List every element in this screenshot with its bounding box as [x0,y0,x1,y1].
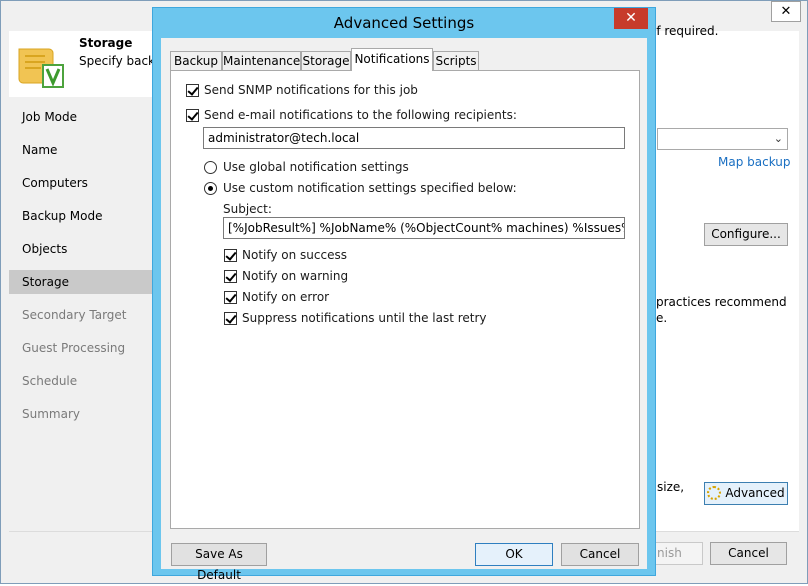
snmp-label: Send SNMP notifications for this job [204,83,418,97]
notify-warning-checkbox[interactable] [224,270,237,283]
suppress-notifications-label: Suppress notifications until the last re… [242,311,487,325]
advanced-settings-dialog: Advanced Settings ✕ Backup Maintenance S… [152,7,656,582]
wizard-close-button[interactable]: ✕ [771,1,801,22]
dialog-cancel-button[interactable]: Cancel [561,543,639,566]
wizard-step-title: Storage [79,36,133,50]
tab-backup[interactable]: Backup [170,51,222,70]
global-settings-label: Use global notification settings [223,160,409,174]
nav-item-schedule[interactable]: Schedule [9,369,154,393]
notify-error-checkbox[interactable] [224,291,237,304]
nav-item-summary[interactable]: Summary [9,402,154,426]
ok-button[interactable]: OK [475,543,553,566]
nav-item-job-mode[interactable]: Job Mode [9,105,154,129]
chevron-down-icon: ⌄ [773,132,783,145]
notify-warning-label: Notify on warning [242,269,349,283]
configure-button[interactable]: Configure... [704,223,788,246]
save-as-default-button[interactable]: Save As Default [171,543,267,582]
nav-item-guest-processing[interactable]: Guest Processing [9,336,154,360]
subject-field[interactable]: [%JobResult%] %JobName% (%ObjectCount% m… [223,217,625,239]
nav-item-storage[interactable]: Storage [9,270,154,294]
suppress-notifications-checkbox[interactable] [224,312,237,325]
map-backup-link[interactable]: Map backup [718,155,791,169]
tab-storage[interactable]: Storage [301,51,351,70]
email-notifications-checkbox[interactable] [186,109,199,122]
dialog-title: Advanced Settings [333,14,475,32]
custom-settings-radio[interactable] [204,182,217,195]
notify-success-label: Notify on success [242,248,347,262]
email-notifications-label: Send e-mail notifications to the followi… [204,108,517,122]
backup-repository-select[interactable]: ⌄ [657,128,788,150]
notifications-panel: Send SNMP notifications for this job Sen… [170,70,640,529]
notify-success-checkbox[interactable] [224,249,237,262]
wizard-step-description-tail: if required. [653,24,719,38]
wizard-step-nav: Job Mode Name Computers Backup Mode Obje… [9,97,154,531]
dialog-body: Backup Maintenance Storage Notifications… [161,38,647,582]
nav-item-objects[interactable]: Objects [9,237,154,261]
tab-maintenance[interactable]: Maintenance [222,51,301,70]
finish-button[interactable]: nish [655,542,703,565]
nav-item-name[interactable]: Name [9,138,154,162]
size-text: size, [657,480,685,494]
nav-item-backup-mode[interactable]: Backup Mode [9,204,154,228]
tab-notifications[interactable]: Notifications [351,48,433,71]
notify-error-label: Notify on error [242,290,330,304]
global-settings-radio[interactable] [204,161,217,174]
gear-icon [707,486,722,500]
storage-scroll-icon [18,48,64,88]
wizard-step-description: Specify backu [79,54,163,68]
recipients-field[interactable]: administrator@tech.local [203,127,625,149]
tab-scripts[interactable]: Scripts [433,51,479,70]
best-practices-text-tail: e. [656,311,668,325]
best-practices-text: practices recommend [656,295,787,309]
custom-settings-label: Use custom notification settings specifi… [223,181,517,195]
advanced-button-label: Advanced [725,486,785,500]
snmp-checkbox[interactable] [186,84,199,97]
wizard-cancel-button[interactable]: Cancel [710,542,787,565]
subject-label: Subject: [223,202,272,216]
nav-item-computers[interactable]: Computers [9,171,154,195]
dialog-close-button[interactable]: ✕ [614,8,648,29]
nav-item-secondary-target[interactable]: Secondary Target [9,303,154,327]
advanced-button[interactable]: Advanced [704,482,788,505]
